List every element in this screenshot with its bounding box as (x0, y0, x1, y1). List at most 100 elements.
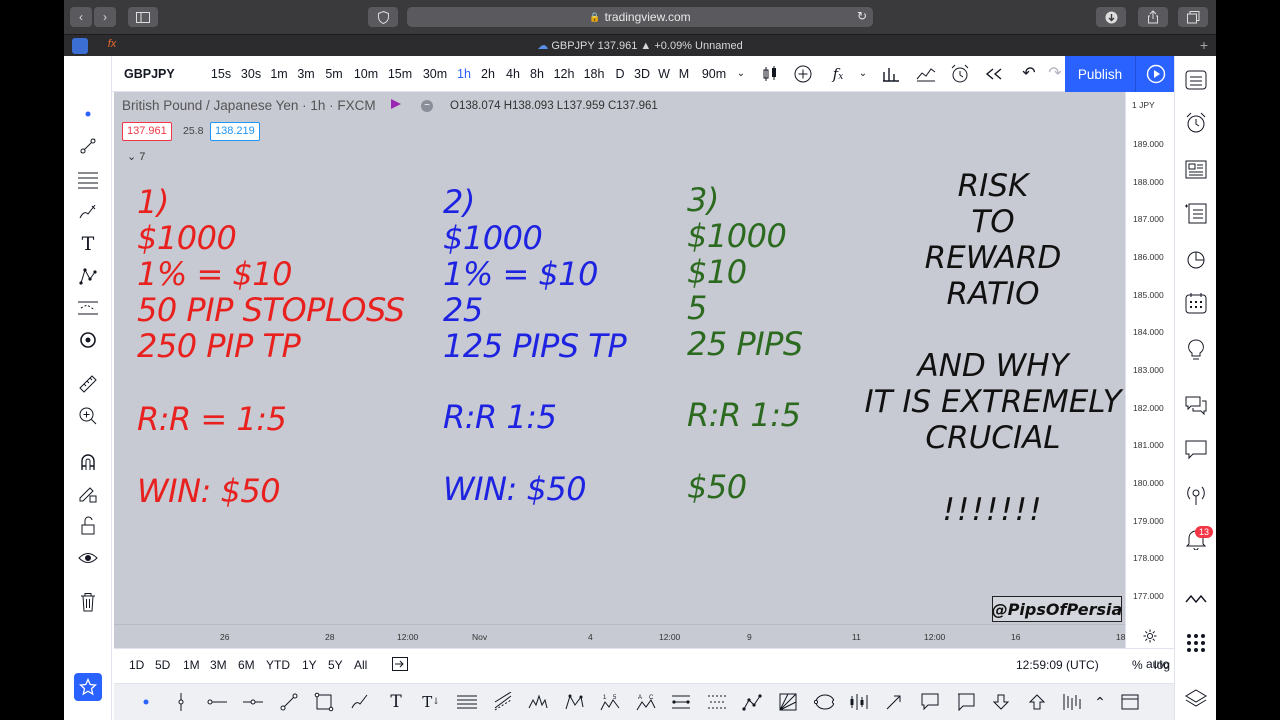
privacy-shield-button[interactable] (368, 7, 398, 27)
date-range-icon[interactable] (671, 692, 691, 712)
hotlists-button[interactable] (1183, 246, 1209, 272)
cursor-dot-icon[interactable] (136, 692, 156, 712)
replay-button[interactable] (982, 56, 1006, 92)
sidebar-toggle-button[interactable] (128, 7, 158, 27)
downloads-button[interactable] (1096, 7, 1126, 27)
indicators-toggle[interactable]: ⌄ 7 (127, 150, 145, 163)
text-tool-icon[interactable]: T (76, 232, 100, 256)
brush-icon[interactable] (350, 692, 370, 712)
percent-scale-toggle[interactable]: % (1132, 658, 1143, 672)
xabcd-pattern-icon[interactable] (564, 692, 584, 712)
redo-icon[interactable]: ↷ (1044, 56, 1066, 92)
object-tree-button[interactable] (1183, 200, 1209, 226)
range-3m[interactable]: 3M (210, 658, 227, 672)
chart-pane[interactable]: British Pound / Japanese Yen · 1h · FXCM… (114, 92, 1125, 624)
layers-button[interactable] (1183, 686, 1209, 712)
volume-profile-icon[interactable] (1062, 692, 1082, 712)
interval-1h[interactable]: 1h (456, 56, 472, 92)
public-chat-button[interactable] (1183, 482, 1209, 508)
horizontal-ray-icon[interactable] (207, 692, 227, 712)
financials-button[interactable] (879, 56, 903, 92)
head-shoulders-icon[interactable] (528, 692, 548, 712)
interval-5m[interactable]: 5m (325, 56, 343, 92)
range-1m[interactable]: 1M (183, 658, 200, 672)
utc-clock[interactable]: 12:59:09 (UTC) (1016, 658, 1099, 672)
range-6m[interactable]: 6M (238, 658, 255, 672)
interval-2h[interactable]: 2h (480, 56, 496, 92)
interval-10m[interactable]: 10m (353, 56, 379, 92)
symbol-legend-title[interactable]: British Pound / Japanese Yen · 1h · FXCM (122, 98, 376, 113)
range-1y[interactable]: 1Y (302, 658, 317, 672)
alerts-button[interactable] (1183, 110, 1209, 136)
chart-type-button[interactable] (758, 56, 782, 92)
compare-symbol-button[interactable] (791, 56, 815, 92)
interval-30s[interactable]: 30s (239, 56, 263, 92)
path-icon[interactable] (742, 692, 762, 712)
interval-1m[interactable]: 1m (270, 56, 288, 92)
back-button[interactable]: ‹ (70, 7, 92, 27)
panel-toggle-icon[interactable] (1120, 692, 1140, 712)
interval-8h[interactable]: 8h (529, 56, 545, 92)
watchlist-button[interactable] (1183, 67, 1209, 93)
interval-90m[interactable]: 90m (700, 56, 728, 92)
elliott-wave-icon[interactable]: 15 (600, 692, 620, 712)
price-range-icon[interactable] (707, 692, 727, 712)
zoom-tool[interactable] (76, 404, 100, 428)
arrow-down-icon[interactable] (991, 692, 1011, 712)
fib-tool[interactable] (76, 168, 100, 192)
vertical-line-icon[interactable] (171, 692, 191, 712)
collapse-legend-button[interactable]: − (421, 100, 433, 112)
measure-tool[interactable] (76, 372, 100, 396)
sell-price-box[interactable]: 137.961 (122, 122, 172, 141)
calendar-button[interactable] (1183, 290, 1209, 316)
brush-tool[interactable] (76, 200, 100, 224)
stay-in-drawing-mode-tool[interactable] (76, 482, 100, 506)
active-tab[interactable]: ☁ GBPJPY 137.961 ▲ +0.09% Unnamed (64, 39, 1216, 52)
data-window-button[interactable] (1183, 156, 1209, 182)
reload-icon[interactable]: ↻ (857, 9, 867, 23)
pattern-tool[interactable] (76, 264, 100, 288)
cursor-dot-tool[interactable] (76, 102, 100, 126)
arrow-icon[interactable] (884, 692, 904, 712)
symbol-search-button[interactable]: GBPJPY (124, 56, 184, 92)
streams-button[interactable] (1183, 436, 1209, 462)
auto-scale-toggle[interactable]: auto (1146, 657, 1169, 671)
comment-icon[interactable] (956, 692, 976, 712)
favorites-button[interactable] (74, 673, 102, 701)
trading-panel-button[interactable] (1183, 586, 1209, 612)
price-axis[interactable]: 1 JPY 189.000 188.000 187.000 186.000 18… (1125, 92, 1173, 624)
interval-12h[interactable]: 12h (553, 56, 575, 92)
remove-drawings-tool[interactable] (76, 590, 100, 614)
arrow-up-icon[interactable] (1027, 692, 1047, 712)
forward-button[interactable]: › (94, 7, 116, 27)
indicators-dropdown-chevron-icon[interactable]: ⌄ (856, 56, 870, 92)
share-button[interactable] (1138, 7, 1168, 27)
callout-icon[interactable] (920, 692, 940, 712)
gann-square-icon[interactable] (778, 692, 798, 712)
parallel-channel-icon[interactable] (457, 692, 477, 712)
lock-drawings-tool[interactable] (76, 514, 100, 538)
interval-4h[interactable]: 4h (505, 56, 521, 92)
trend-line-tool[interactable] (76, 134, 100, 158)
buy-price-box[interactable]: 138.219 (210, 122, 260, 141)
icon-tool[interactable] (76, 328, 100, 352)
range-ytd[interactable]: YTD (266, 658, 290, 672)
rectangle-icon[interactable] (314, 692, 334, 712)
text-icon[interactable]: T (386, 692, 406, 712)
fib-extension-icon[interactable] (493, 692, 513, 712)
anchored-text-icon[interactable]: T ↓ (421, 692, 441, 712)
interval-dropdown-chevron-icon[interactable]: ⌄ (734, 56, 748, 92)
collapse-bar-chevron-up-icon[interactable]: ⌃ (1090, 692, 1110, 712)
undo-icon[interactable]: ↶ (1018, 56, 1040, 92)
chats-button[interactable] (1183, 392, 1209, 418)
ideas-button[interactable] (1183, 336, 1209, 362)
prediction-tool[interactable] (76, 296, 100, 320)
interval-d[interactable]: D (614, 56, 626, 92)
tabs-overview-button[interactable] (1178, 7, 1208, 27)
interval-3d[interactable]: 3D (633, 56, 651, 92)
range-all[interactable]: All (354, 658, 367, 672)
interval-3m[interactable]: 3m (297, 56, 315, 92)
chart-settings-button[interactable] (1125, 624, 1173, 648)
new-tab-button[interactable]: + (1200, 37, 1208, 53)
range-5d[interactable]: 5D (155, 658, 170, 672)
